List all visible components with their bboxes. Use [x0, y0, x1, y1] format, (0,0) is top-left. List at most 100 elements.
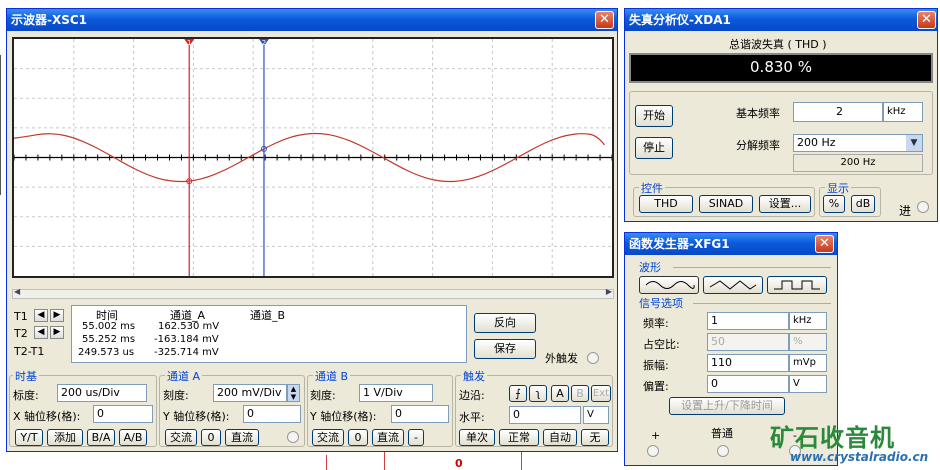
timebase-title: 时基	[13, 368, 39, 384]
triangle-wave-button[interactable]	[703, 276, 763, 294]
channel-a-ac-button[interactable]: 交流	[165, 429, 197, 446]
auto-button[interactable]: 自动	[543, 429, 577, 446]
trigger-edge-label: 边沿:	[459, 389, 485, 402]
sine-wave-icon	[645, 281, 695, 289]
channel-b-minus-button[interactable]: -	[408, 429, 424, 446]
waveform-title: 波形	[639, 261, 661, 274]
input-terminal[interactable]	[917, 201, 929, 213]
plus-terminal-label: +	[651, 429, 661, 442]
trigger-level-label: 水平:	[459, 411, 485, 424]
channel-b-scale-label: 刻度:	[310, 389, 336, 402]
controls-title: 控件	[639, 180, 665, 196]
rise-fall-time-button[interactable]: 设置上升/下降时间	[669, 397, 785, 415]
distortion-titlebar[interactable]: 失真分析仪-XDA1	[625, 9, 937, 31]
x-position-field[interactable]: 0	[93, 405, 153, 423]
external-trigger-terminal[interactable]	[587, 352, 599, 364]
amplitude-unit: mVp	[789, 354, 827, 372]
amplitude-field[interactable]: 110	[707, 354, 789, 372]
distortion-analyzer-window: 失真分析仪-XDA1 ✕ 总谐波失真 ( THD ) 0.830 % 开始 停止…	[624, 8, 938, 222]
sinad-button[interactable]: SINAD	[699, 195, 753, 213]
schematic-node-label: 0	[455, 457, 463, 470]
oscilloscope-titlebar[interactable]: 示波器-XSC1	[7, 9, 617, 31]
spin-up-icon[interactable]: ▲	[291, 385, 296, 393]
channel-a-zero-button[interactable]: 0	[201, 429, 221, 446]
channel-a-terminal[interactable]	[287, 431, 299, 443]
plus-terminal[interactable]	[647, 445, 659, 457]
none-button[interactable]: 无	[581, 429, 609, 446]
start-button[interactable]: 开始	[635, 105, 673, 127]
offset-unit: V	[789, 375, 827, 393]
triangle-wave-icon	[709, 280, 757, 290]
save-button[interactable]: 保存	[474, 339, 536, 359]
timebase-scale-field[interactable]: 200 us/Div	[57, 384, 147, 402]
frequency-field[interactable]: 1	[707, 312, 789, 330]
common-terminal[interactable]	[717, 445, 729, 457]
percent-button[interactable]: %	[823, 195, 845, 213]
t1-right-arrow-icon[interactable]: ▶	[50, 309, 64, 322]
cursor-label-t1: T1	[14, 310, 28, 323]
x-position-label: X 轴位移(格):	[13, 410, 81, 423]
generator-titlebar[interactable]: 函数发生器-XFG1	[625, 233, 837, 255]
cursor-label-t2-t1: T2-T1	[14, 345, 45, 358]
scroll-left-icon[interactable]: ◀	[14, 287, 20, 296]
close-button[interactable]: ✕	[595, 11, 614, 29]
trigger-level-field[interactable]: 0	[509, 406, 581, 424]
ba-button[interactable]: B/A	[87, 429, 115, 446]
trigger-source-b[interactable]: B	[571, 385, 589, 402]
square-wave-icon	[774, 280, 820, 290]
duty-cycle-field[interactable]: 50	[707, 333, 789, 351]
fundamental-freq-label: 基本频率	[736, 107, 780, 120]
t2-left-arrow-icon[interactable]: ◀	[34, 326, 48, 339]
channel-b-ac-button[interactable]: 交流	[312, 429, 344, 446]
rising-edge-icon: ⨍	[515, 387, 521, 400]
channel-a-scale-field[interactable]: 200 mV/Div	[213, 384, 287, 402]
falling-edge-button[interactable]: ʅ	[529, 385, 547, 402]
channel-a-dc-button[interactable]: 直流	[225, 429, 259, 446]
chevron-down-icon[interactable]: ▼	[906, 135, 922, 151]
fundamental-freq-field[interactable]: 2	[793, 102, 883, 122]
ab-button[interactable]: A/B	[119, 429, 147, 446]
square-wave-button[interactable]	[767, 276, 827, 294]
single-button[interactable]: 单次	[459, 429, 495, 446]
offset-field[interactable]: 0	[707, 375, 789, 393]
channel-b-scale-field[interactable]: 1 V/Div	[359, 384, 433, 402]
cursor-arrows: T1 ◀ ▶ T2 ◀ ▶ T2-T1	[12, 305, 70, 363]
db-button[interactable]: dB	[851, 195, 875, 213]
t2-right-arrow-icon[interactable]: ▶	[50, 326, 64, 339]
sine-wave-button[interactable]	[639, 276, 699, 294]
add-button[interactable]: 添加	[47, 429, 83, 446]
t2-time: 55.252 ms	[82, 334, 136, 345]
close-button[interactable]: ✕	[917, 11, 936, 29]
settings-button[interactable]: 设置...	[759, 195, 811, 213]
channel-b-zero-button[interactable]: 0	[348, 429, 368, 446]
spin-down-icon[interactable]: ▼	[291, 393, 296, 401]
oscilloscope-window: 示波器-XSC1 ✕ 12 ◀ ▶ T1 ◀ ▶ T2 ◀ ▶ T2-T1 时间…	[6, 8, 618, 452]
channel-a-ypos-field[interactable]: 0	[243, 405, 301, 423]
channel-b-dc-button[interactable]: 直流	[372, 429, 404, 446]
t1-left-arrow-icon[interactable]: ◀	[34, 309, 48, 322]
channel-a-title: 通道 A	[165, 368, 203, 384]
trigger-source-a[interactable]: A	[551, 385, 569, 402]
channel-a-spinner[interactable]: ▲ ▼	[287, 384, 300, 402]
watermark-logo-text: 矿石收音机	[770, 424, 895, 452]
t2t1-channel-a: -325.714 mV	[154, 347, 219, 358]
external-trigger-label: 外触发	[545, 352, 578, 365]
scope-plot: 12	[14, 39, 612, 276]
duty-cycle-label: 占空比:	[643, 338, 680, 351]
trigger-source-ext[interactable]: Ext	[591, 385, 611, 402]
resolution-freq-select[interactable]: 200 Hz ▼	[793, 134, 923, 152]
scope-scrollbar[interactable]: ◀ ▶	[12, 287, 614, 299]
schematic-line	[326, 455, 327, 470]
stop-button[interactable]: 停止	[635, 137, 673, 159]
yt-button[interactable]: Y/T	[15, 429, 43, 446]
reverse-button[interactable]: 反向	[474, 313, 536, 333]
cursor-2-label: 2	[262, 39, 266, 47]
watermark-url: www.crystalradio.cn	[790, 450, 929, 464]
rising-edge-button[interactable]: ⨍	[509, 385, 527, 402]
thd-button[interactable]: THD	[639, 195, 693, 213]
normal-button[interactable]: 正常	[499, 429, 539, 446]
channel-b-ypos-field[interactable]: 0	[391, 405, 449, 423]
cursor-1-label: 1	[187, 39, 191, 47]
close-button[interactable]: ✕	[815, 235, 834, 253]
scroll-right-icon[interactable]: ▶	[606, 287, 612, 296]
